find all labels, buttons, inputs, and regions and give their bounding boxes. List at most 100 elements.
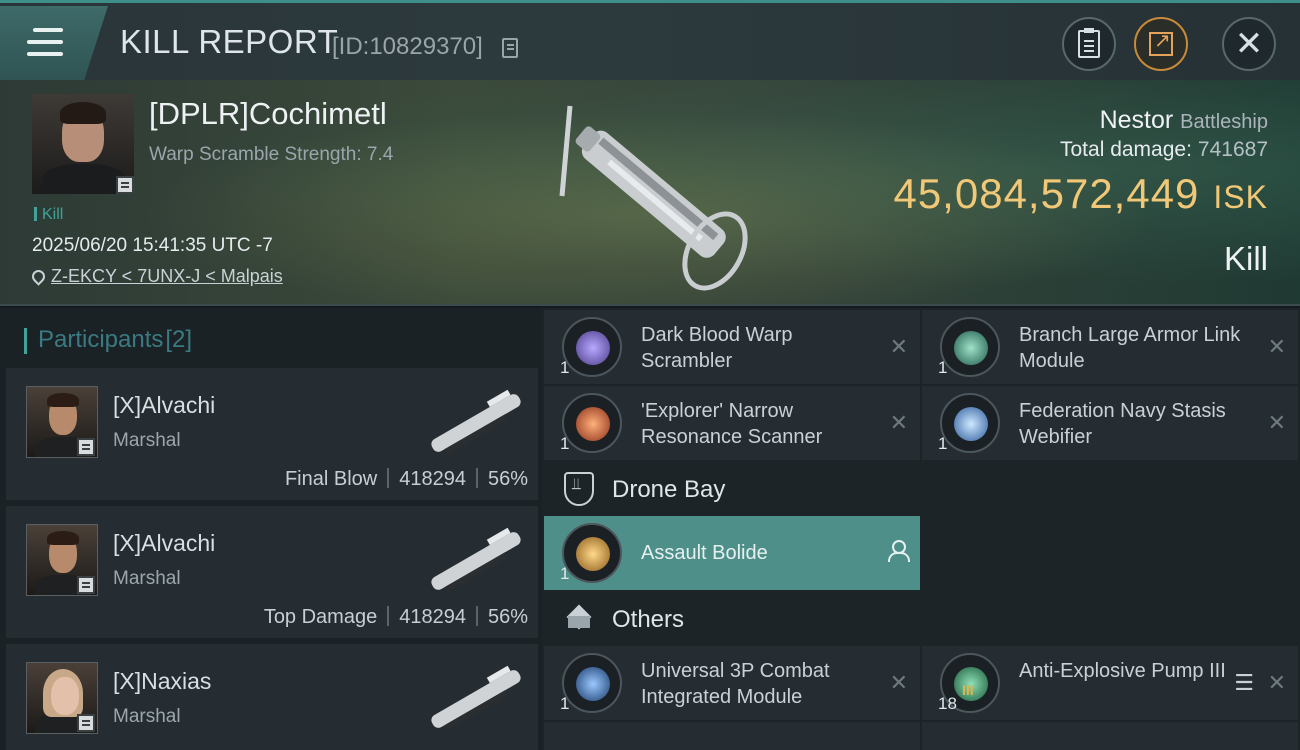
module-item[interactable]: 1 Dark Blood Warp Scrambler ✕ xyxy=(544,310,920,384)
participant-rank: Marshal xyxy=(113,430,181,451)
close-button[interactable]: ✕ xyxy=(1222,17,1276,71)
ship-class: Battleship xyxy=(1180,111,1268,133)
drone-item[interactable]: 1 Assault Bolide xyxy=(544,516,920,590)
participant-percent: 56% xyxy=(487,606,528,628)
participant-stats: Top Damage 418294 56% xyxy=(264,606,528,629)
module-name: Dark Blood Warp Scrambler xyxy=(641,324,793,372)
module-quantity: 1 xyxy=(938,358,948,377)
participant-percent: 56% xyxy=(487,468,528,490)
participant-row[interactable]: [X]Alvachi Marshal Top Damage 418294 56% xyxy=(6,506,538,640)
module-name: Federation Navy Stasis Webifier xyxy=(1019,400,1226,448)
participants-title: Participants[2] xyxy=(23,326,193,354)
participant-role: Final Blow xyxy=(284,468,378,490)
person-icon xyxy=(888,540,910,562)
stack-icon: ☰ xyxy=(1234,670,1254,695)
fitting-panel: 1 Dark Blood Warp Scrambler ✕ 1 Branch L… xyxy=(542,308,1300,750)
participant-ship-image xyxy=(431,389,521,455)
destroyed-x-icon: ✕ xyxy=(1267,334,1286,359)
menu-button[interactable] xyxy=(0,6,108,80)
cargo-box-icon xyxy=(564,602,594,632)
kill-datetime: 2025/06/20 15:41:35 UTC -7 xyxy=(32,235,273,256)
participant-ship-image xyxy=(431,527,521,593)
isk-value: 45,084,572,449 ISK xyxy=(893,170,1268,218)
combat-module-icon xyxy=(562,653,622,713)
module-name: Branch Large Armor Link Module xyxy=(1019,324,1241,372)
report-id: [ID:10829370] xyxy=(332,33,483,60)
victim-ship-image xyxy=(559,105,748,291)
kill-location[interactable]: Z-EKCY < 7UNX-J < Malpais xyxy=(29,266,283,287)
participants-panel: Participants[2] [X]Alvachi Marshal Final… xyxy=(0,308,542,750)
location-pin-icon xyxy=(29,267,48,286)
clipboard-icon xyxy=(1078,28,1100,58)
drone-bay-header: Drone Bay xyxy=(542,462,1300,518)
participant-role: Top Damage xyxy=(263,606,378,628)
module-quantity: 18 xyxy=(938,694,957,713)
module-item[interactable] xyxy=(544,722,920,750)
participant-ship-image xyxy=(431,665,521,731)
share-button[interactable] xyxy=(1134,17,1188,71)
kill-result: Kill xyxy=(1223,240,1268,277)
drone-bay-title: Drone Bay xyxy=(612,476,726,503)
page-title: KILL REPORT xyxy=(120,23,339,60)
module-quantity: 1 xyxy=(560,434,570,453)
close-icon: ✕ xyxy=(1234,25,1264,63)
participants-label: Participants xyxy=(38,326,164,353)
total-damage-label: Total damage: xyxy=(1060,138,1192,161)
participant-damage: 418294 xyxy=(399,606,466,628)
tier-badge: III xyxy=(962,682,974,698)
module-quantity: 1 xyxy=(938,434,948,453)
participants-count: [2] xyxy=(165,326,193,353)
module-item[interactable] xyxy=(922,722,1298,750)
victim-name[interactable]: [DPLR]Cochimetl xyxy=(149,96,387,132)
warp-scrambler-icon xyxy=(562,317,622,377)
module-item[interactable]: III 18 Anti-Explosive Pump III ☰ ✕ xyxy=(922,646,1298,720)
victim-header: [DPLR]Cochimetl Warp Scramble Strength: … xyxy=(0,80,1300,306)
total-damage-value: 741687 xyxy=(1197,138,1268,161)
top-bar: KILL REPORT [ID:10829370] ✕ xyxy=(0,0,1300,80)
destroyed-x-icon: ✕ xyxy=(1267,410,1286,435)
destroyed-x-icon: ✕ xyxy=(889,334,908,359)
module-name: Anti-Explosive Pump III xyxy=(1019,660,1226,682)
participant-rank: Marshal xyxy=(113,706,181,727)
scanner-icon xyxy=(562,393,622,453)
webifier-icon xyxy=(940,393,1000,453)
isk-amount: 45,084,572,449 xyxy=(893,170,1200,217)
drone-bay-icon xyxy=(564,472,594,506)
participant-stats: Final Blow 418294 56% xyxy=(285,468,528,491)
module-item[interactable]: 1 Federation Navy Stasis Webifier ✕ xyxy=(922,386,1298,460)
armor-link-icon xyxy=(940,317,1000,377)
module-quantity: 1 xyxy=(560,358,570,377)
destroyed-x-icon: ✕ xyxy=(889,670,908,695)
others-title: Others xyxy=(612,606,685,633)
participant-name: [X]Naxias xyxy=(113,668,212,694)
kill-tag: Kill xyxy=(34,206,63,224)
corp-badge-icon xyxy=(77,576,95,594)
share-icon xyxy=(1149,28,1173,56)
total-damage: Total damage: 741687 xyxy=(1060,138,1268,162)
drone-icon xyxy=(562,523,622,583)
destroyed-x-icon: ✕ xyxy=(1267,670,1286,695)
participant-damage: 418294 xyxy=(399,468,466,490)
location-link[interactable]: Z-EKCY < 7UNX-J < Malpais xyxy=(51,266,283,286)
menu-icon xyxy=(27,28,63,58)
isk-unit: ISK xyxy=(1213,179,1268,215)
clipboard-button[interactable] xyxy=(1062,17,1116,71)
ship-name: Nestor xyxy=(1099,106,1174,134)
module-name: 'Explorer' Narrow Resonance Scanner xyxy=(641,400,823,448)
warp-scramble-strength: Warp Scramble Strength: 7.4 xyxy=(149,144,394,165)
module-item[interactable]: 1 'Explorer' Narrow Resonance Scanner ✕ xyxy=(544,386,920,460)
module-item[interactable]: 1 Universal 3P Combat Integrated Module … xyxy=(544,646,920,720)
participant-rank: Marshal xyxy=(113,568,181,589)
participant-name: [X]Alvachi xyxy=(113,530,216,556)
participant-row[interactable]: [X]Alvachi Marshal Final Blow 418294 56% xyxy=(6,368,538,502)
corp-badge-icon xyxy=(77,438,95,456)
destroyed-x-icon: ✕ xyxy=(889,410,908,435)
corp-badge-icon xyxy=(116,176,134,194)
module-item[interactable]: 1 Branch Large Armor Link Module ✕ xyxy=(922,310,1298,384)
victim-ship: Nestor Battleship xyxy=(1100,106,1268,135)
copy-icon[interactable] xyxy=(502,38,518,58)
module-name: Assault Bolide xyxy=(641,542,768,564)
participant-name: [X]Alvachi xyxy=(113,392,216,418)
module-quantity: 1 xyxy=(560,694,570,713)
participant-row[interactable]: [X]Naxias Marshal xyxy=(6,644,538,750)
